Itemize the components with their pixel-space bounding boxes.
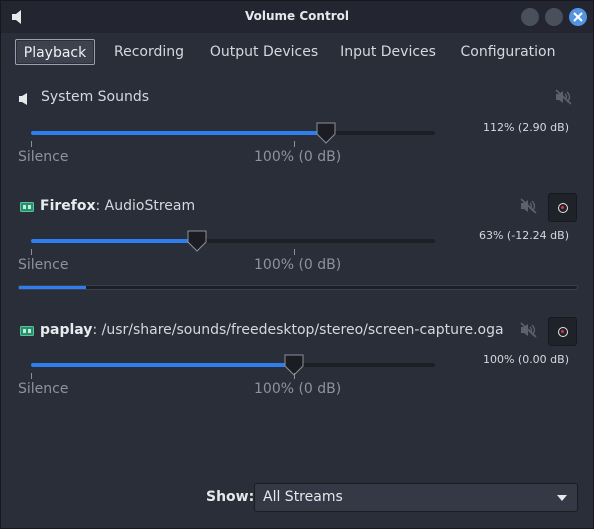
tab-bar: Playback Recording Output Devices Input … <box>1 35 593 67</box>
stream-system-sounds: System Sounds 112% (2.90 dB) Silence 100… <box>1 87 593 187</box>
tab-configuration[interactable]: Configuration <box>453 39 563 65</box>
tab-playback[interactable]: Playback <box>15 39 95 65</box>
scale-tick <box>31 141 32 147</box>
mute-icon[interactable] <box>520 198 538 214</box>
peak-meter-fill <box>19 286 86 289</box>
scale-tick <box>294 373 295 379</box>
volume-fill <box>31 239 197 243</box>
peak-meter <box>18 285 578 290</box>
record-icon <box>558 327 568 337</box>
volume-slider[interactable] <box>31 131 435 135</box>
stream-name: paplay <box>40 322 93 338</box>
audio-card-icon <box>20 202 34 212</box>
speaker-icon <box>19 93 27 105</box>
stream-media: : AudioStream <box>95 198 196 214</box>
scale-label-silence: Silence <box>18 257 69 273</box>
show-streams-dropdown[interactable]: All Streams <box>254 483 578 512</box>
tab-recording[interactable]: Recording <box>105 39 193 65</box>
scale-label-100: 100% (0 dB) <box>254 257 342 273</box>
slider-handle[interactable] <box>316 122 336 144</box>
volume-readout: 100% (0.00 dB) <box>482 353 569 366</box>
stream-media: : /usr/share/sounds/freedesktop/stereo/s… <box>92 322 504 338</box>
record-icon <box>558 203 568 213</box>
window-title: Volume Control <box>245 9 349 23</box>
scale-tick <box>294 249 295 255</box>
stream-paplay: paplay: /usr/share/sounds/freedesktop/st… <box>1 317 593 417</box>
slider-handle[interactable] <box>187 230 207 252</box>
maximize-button[interactable] <box>545 8 563 26</box>
volume-slider[interactable] <box>31 363 435 367</box>
audio-card-icon <box>20 326 34 336</box>
stream-title: paplay: /usr/share/sounds/freedesktop/st… <box>40 322 504 338</box>
scale-label-silence: Silence <box>18 381 69 397</box>
stream-name: Firefox <box>40 198 96 214</box>
scale-label-100: 100% (0 dB) <box>254 381 342 397</box>
volume-readout: 112% (2.90 dB) <box>482 121 569 134</box>
minimize-button[interactable] <box>521 8 539 26</box>
mute-icon[interactable] <box>520 322 538 338</box>
stream-name: System Sounds <box>41 89 150 105</box>
scale-tick <box>31 373 32 379</box>
close-button[interactable] <box>569 8 587 26</box>
tab-input-devices[interactable]: Input Devices <box>335 39 441 65</box>
volume-slider[interactable] <box>31 239 435 243</box>
scale-label-100: 100% (0 dB) <box>254 149 342 165</box>
volume-fill <box>31 131 326 135</box>
chevron-down-icon <box>557 495 567 501</box>
lock-channels-button[interactable] <box>548 193 577 222</box>
volume-control-window: Volume Control Playback Recording Output… <box>0 0 594 529</box>
stream-title: System Sounds <box>41 89 149 105</box>
scale-tick <box>31 249 32 255</box>
lock-channels-button[interactable] <box>548 317 577 346</box>
mute-icon[interactable] <box>555 89 573 105</box>
volume-fill <box>31 363 294 367</box>
title-bar[interactable]: Volume Control <box>1 1 593 33</box>
scale-label-silence: Silence <box>18 149 69 165</box>
stream-title: Firefox: AudioStream <box>40 198 195 214</box>
close-icon <box>573 12 583 22</box>
scale-tick <box>294 141 295 147</box>
dropdown-value: All Streams <box>263 489 343 505</box>
stream-firefox: Firefox: AudioStream 63% (-12.24 dB) Sil… <box>1 193 593 293</box>
show-label: Show: <box>206 489 255 505</box>
volume-readout: 63% (-12.24 dB) <box>478 229 569 242</box>
tab-output-devices[interactable]: Output Devices <box>205 39 323 65</box>
